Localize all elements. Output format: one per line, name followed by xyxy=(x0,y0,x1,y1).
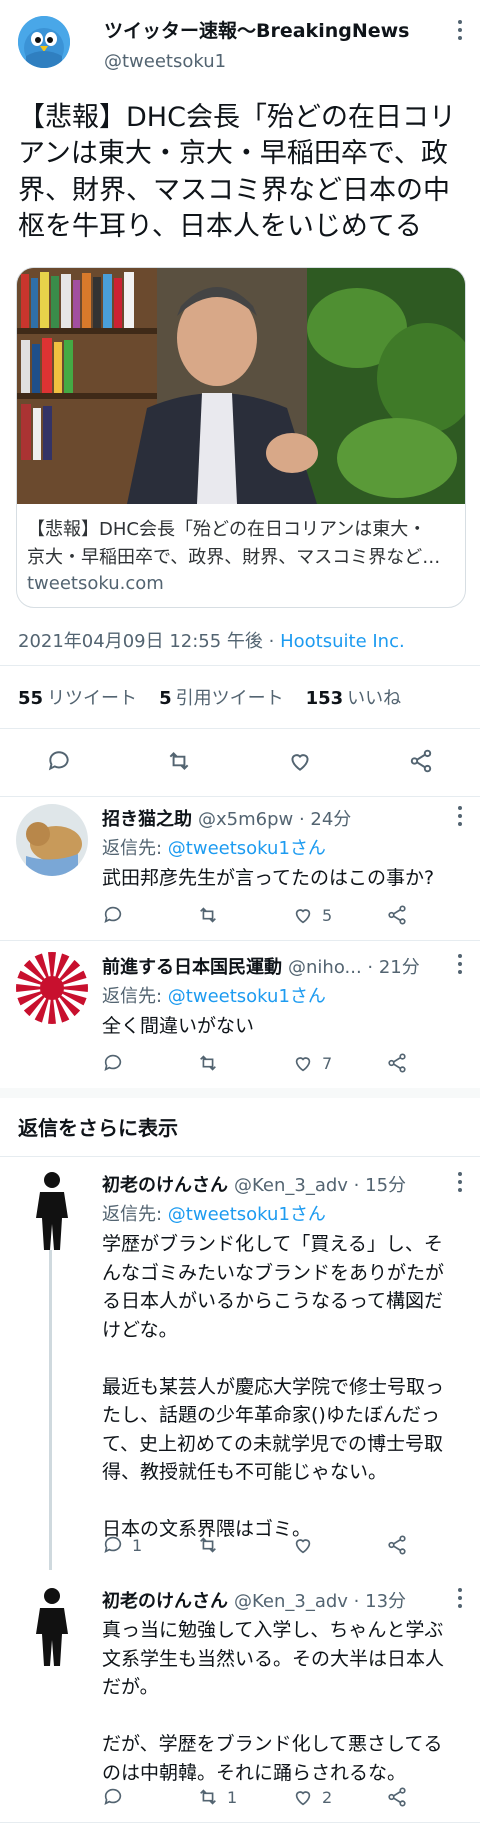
more-icon[interactable] xyxy=(457,954,462,978)
reply-author-name[interactable]: 初老のけんさん xyxy=(102,1591,228,1612)
more-icon[interactable] xyxy=(457,806,462,830)
retweets-count[interactable]: 55 xyxy=(18,688,43,709)
rising-sun-flag-icon xyxy=(16,952,88,1024)
share-icon[interactable] xyxy=(386,1776,408,1818)
more-icon[interactable] xyxy=(457,1172,462,1196)
comment-icon[interactable]: 1 xyxy=(102,1524,142,1566)
retweet-icon[interactable] xyxy=(197,1042,219,1084)
reply-text: 学歴がブランド化して「買える」し、そんなゴミみたいなブランドをありがたがる日本人… xyxy=(102,1233,445,1540)
tweet-header: ツイッター速報〜BreakingNews @tweetsoku1 xyxy=(0,0,480,84)
reply-author-handle[interactable]: @x5m6pw · 24分 xyxy=(198,809,351,830)
reply-to-user[interactable]: @tweetsoku1さん xyxy=(168,1204,326,1225)
comment-icon[interactable] xyxy=(46,740,72,782)
like-icon[interactable]: 2 xyxy=(292,1776,332,1818)
section-separator xyxy=(0,1088,480,1098)
author-avatar[interactable] xyxy=(18,16,70,68)
retweet-icon[interactable] xyxy=(197,894,219,936)
timestamp-text: 2021年04月09日 12:55 午後 · xyxy=(18,631,281,652)
reply-author-handle[interactable]: @Ken_3_adv · 13分 xyxy=(234,1591,406,1612)
link-card[interactable]: 【悲報】DHC会長「殆どの在日コリアンは東大・ 京大・早稲田卒で、政界、財界、マ… xyxy=(16,267,466,608)
quotes-count[interactable]: 5 xyxy=(159,688,172,709)
reply-text: 真っ当に勉強して入学し、ちゃんと学ぶ文系学生も当然いる。その大半は日本人だが。 … xyxy=(102,1619,445,1784)
retweet-icon[interactable] xyxy=(197,1524,219,1566)
reply-author-name[interactable]: 招き猫之助 xyxy=(102,809,192,830)
likes-count[interactable]: 153 xyxy=(306,688,344,709)
reply-author-name[interactable]: 初老のけんさん xyxy=(102,1175,228,1196)
reply-author-name[interactable]: 前進する日本国民運動 xyxy=(102,957,282,978)
tweet-text: 【悲報】DHC会長「殆どの在日コリアンは東大・京大・早稲田卒で、政界、財界、マス… xyxy=(18,102,456,243)
reply-to-label: 返信先: xyxy=(102,986,168,1007)
author-name[interactable]: ツイッター速報〜BreakingNews xyxy=(104,22,410,41)
reply-author-handle[interactable]: @niho... · 21分 xyxy=(288,957,420,978)
reply-text: 全く間違いがない xyxy=(102,1015,255,1037)
more-icon[interactable] xyxy=(457,1588,462,1612)
like-count: 5 xyxy=(322,905,333,925)
share-icon[interactable] xyxy=(386,1042,408,1084)
like-icon[interactable] xyxy=(292,1524,314,1566)
reply-avatar[interactable] xyxy=(22,1170,82,1250)
tweet-timestamp: 2021年04月09日 12:55 午後 · Hootsuite Inc. xyxy=(18,627,405,653)
retweets-label[interactable]: リツイート xyxy=(47,688,137,709)
bird-avatar-icon xyxy=(18,16,70,68)
reply-avatar[interactable] xyxy=(22,1586,82,1666)
author-handle[interactable]: @tweetsoku1 xyxy=(104,53,226,71)
likes-label[interactable]: いいね xyxy=(347,688,401,709)
like-count: 2 xyxy=(322,1787,333,1807)
silhouette-icon xyxy=(36,1172,68,1250)
card-image xyxy=(17,268,465,504)
reply-avatar[interactable] xyxy=(16,952,88,1024)
comment-icon[interactable] xyxy=(102,1776,124,1818)
tweet-stats: 55 リツイート 5 引用ツイート 153 いいね xyxy=(18,684,423,710)
like-icon[interactable]: 5 xyxy=(292,894,332,936)
like-icon[interactable]: 7 xyxy=(292,1042,332,1084)
thread-line xyxy=(49,1250,52,1570)
retweet-count: 1 xyxy=(227,1787,238,1807)
comment-icon[interactable] xyxy=(102,894,124,936)
reply-to-user[interactable]: @tweetsoku1さん xyxy=(168,986,326,1007)
retweet-icon[interactable]: 1 xyxy=(197,1776,237,1818)
comment-icon[interactable] xyxy=(102,1042,124,1084)
show-more-replies[interactable]: 返信をさらに表示 xyxy=(18,1112,178,1141)
share-icon[interactable] xyxy=(386,894,408,936)
card-domain: tweetsoku.com xyxy=(27,573,164,594)
reply-count: 1 xyxy=(132,1535,143,1555)
reply-to-label: 返信先: xyxy=(102,838,168,859)
reply-to-label: 返信先: xyxy=(102,1204,168,1225)
reply-text: 武田邦彦先生が言ってたのはこの事か? xyxy=(102,867,435,889)
share-icon[interactable] xyxy=(386,1524,408,1566)
card-description-line2: 京大・早稲田卒で、政界、財界、マスコミ界など… xyxy=(27,547,441,568)
reply-avatar[interactable] xyxy=(16,804,88,876)
retweet-icon[interactable] xyxy=(166,740,192,782)
client-link[interactable]: Hootsuite Inc. xyxy=(280,631,405,652)
card-description-line1: 【悲報】DHC会長「殆どの在日コリアンは東大・ xyxy=(27,519,427,540)
like-icon[interactable] xyxy=(287,740,313,782)
more-icon[interactable] xyxy=(457,20,462,41)
reply-to-user[interactable]: @tweetsoku1さん xyxy=(168,838,326,859)
reply-author-handle[interactable]: @Ken_3_adv · 15分 xyxy=(234,1175,406,1196)
quotes-label[interactable]: 引用ツイート xyxy=(176,688,284,709)
like-count: 7 xyxy=(322,1053,333,1073)
silhouette-icon xyxy=(36,1588,68,1666)
share-icon[interactable] xyxy=(408,740,434,782)
tweet-action-bar xyxy=(0,740,480,782)
